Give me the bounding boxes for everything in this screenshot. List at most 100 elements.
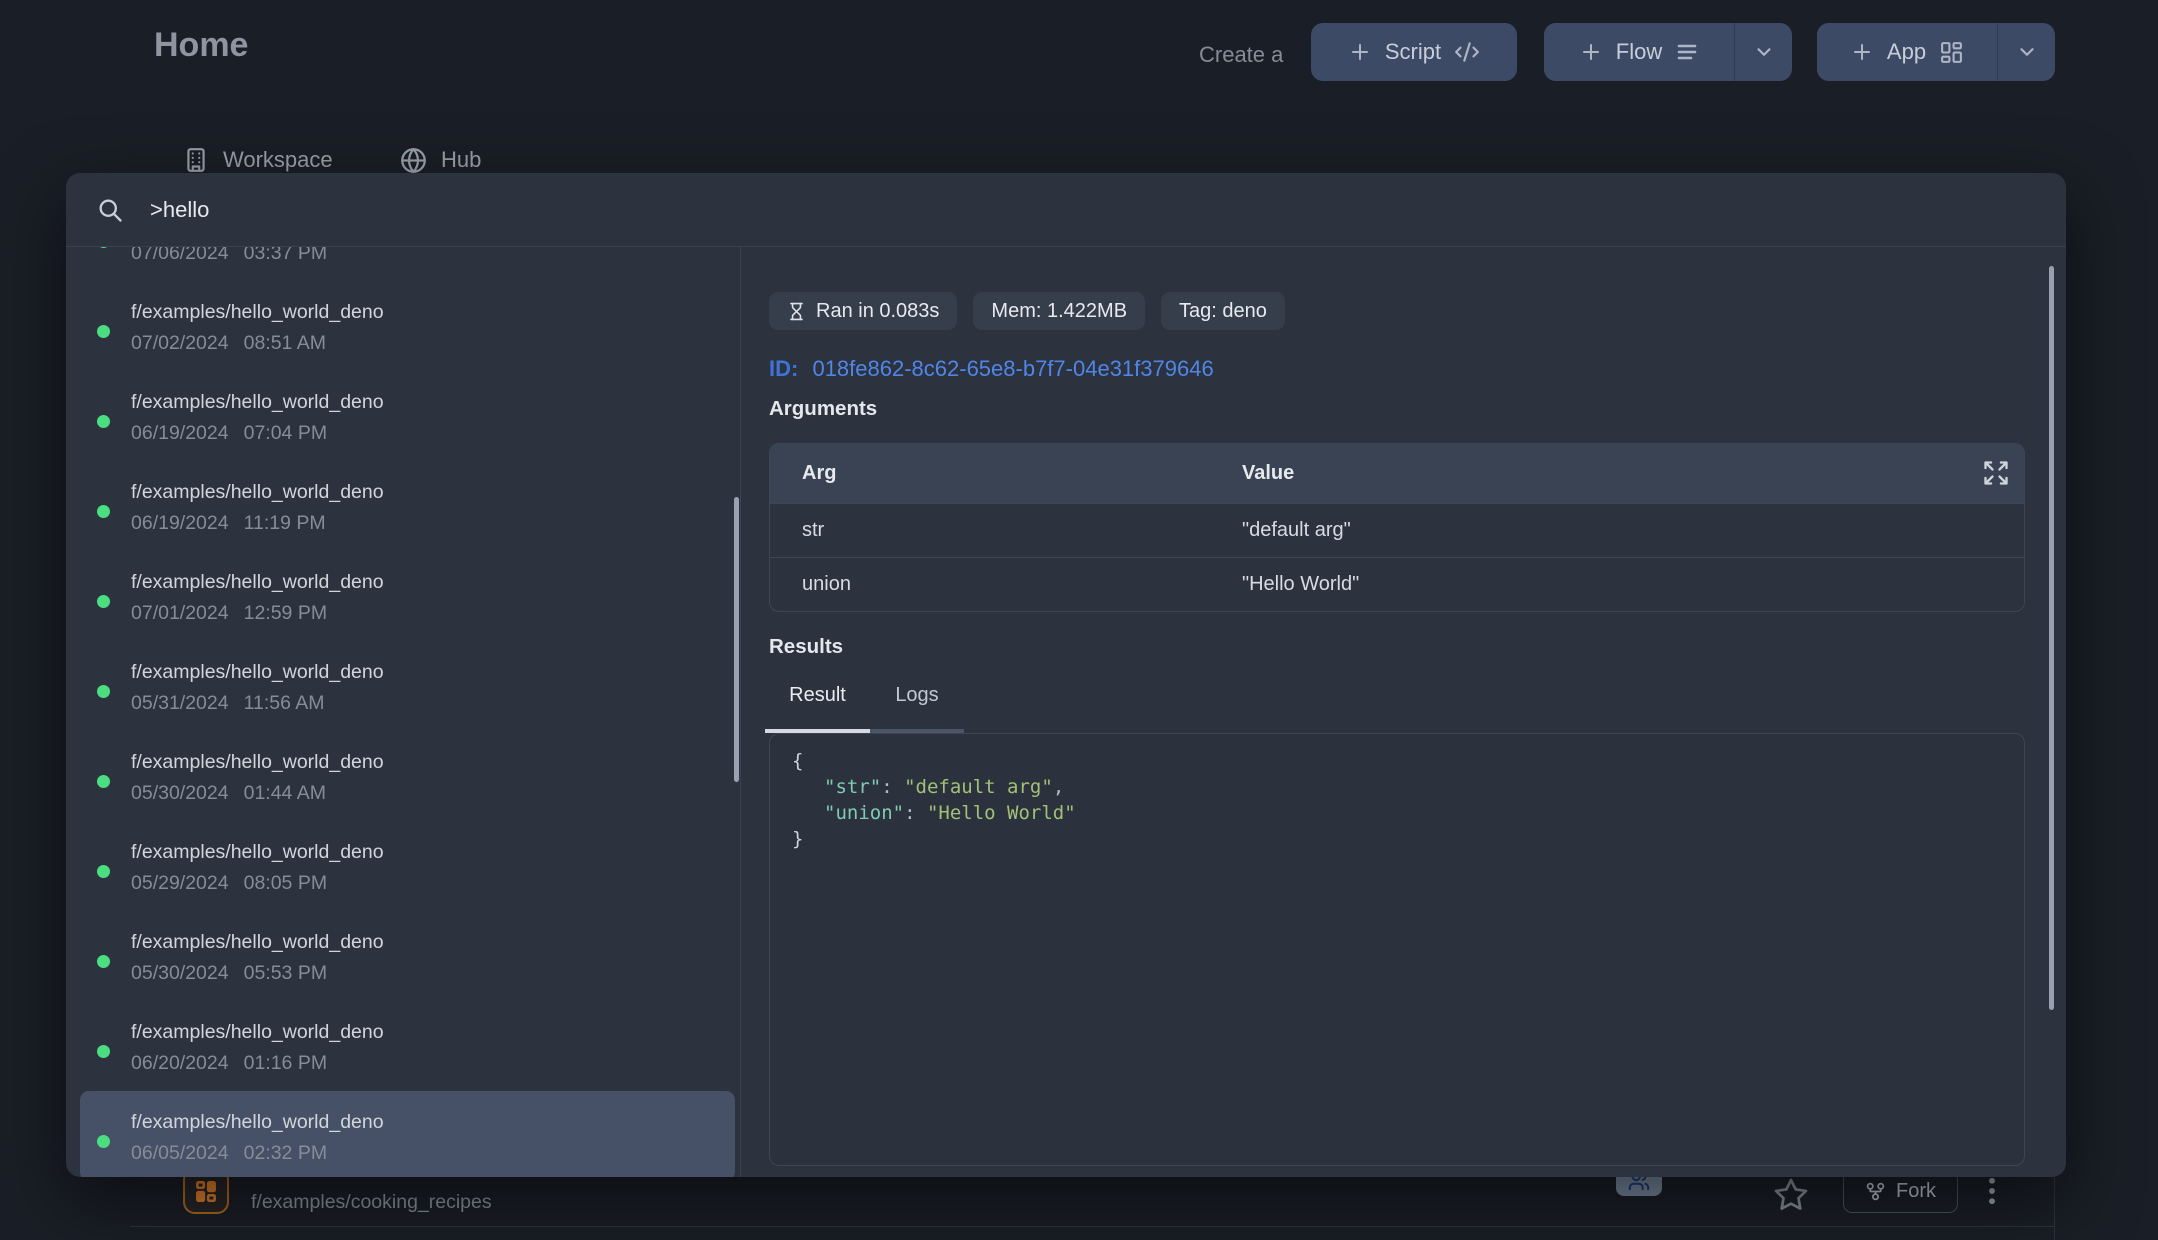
run-path: f/examples/hello_world_deno [131,841,384,864]
success-status-dot [97,685,110,698]
expand-icon [1982,459,2010,487]
run-list-item[interactable]: f/examples/hello_world_deno 05/30/2024 0… [80,731,735,821]
run-timestamp: 07/01/2024 12:59 PM [131,602,327,625]
run-path: f/examples/hello_world_deno [131,661,384,684]
column-header-arg: Arg [802,462,836,485]
run-time: 02:32 PM [244,1142,327,1165]
json-line: "str": "default arg", [792,774,2024,800]
memory-badge: Mem: 1.422MB [973,292,1145,330]
run-timestamp: 05/30/2024 01:44 AM [131,782,326,805]
json-line: "union": "Hello World" [792,800,2024,826]
run-time: 01:16 PM [244,1052,327,1075]
duration-badge: Ran in 0.083s [769,292,957,330]
duration-badge-label: Ran in 0.083s [816,300,939,323]
footer-divider [130,1226,2054,1227]
success-status-dot [97,505,110,518]
success-status-dot [97,247,110,248]
fork-button-label: Fork [1896,1180,1936,1203]
success-status-dot [97,775,110,788]
tag-badge-label: Tag: deno [1179,300,1267,323]
success-status-dot [97,595,110,608]
expand-table-button[interactable] [1982,459,2010,487]
run-date: 07/06/2024 [131,247,229,265]
success-status-dot [97,1045,110,1058]
run-list-item[interactable]: f/examples/hello_world_deno 05/29/2024 0… [80,821,735,911]
run-timestamp: 07/02/2024 08:51 AM [131,332,326,355]
run-timestamp: 06/05/2024 02:32 PM [131,1142,327,1165]
run-list-item[interactable]: f/examples/hello_world_deno 06/19/2024 0… [80,371,735,461]
run-path: f/examples/hello_world_deno [131,571,384,594]
success-status-dot [97,955,110,968]
run-timestamp: 06/20/2024 01:16 PM [131,1052,327,1075]
run-path: f/examples/hello_world_deno [131,301,384,324]
run-date: 05/30/2024 [131,782,229,805]
results-section-title: Results [769,635,843,659]
content-edge-divider [2054,1177,2055,1240]
kebab-menu-icon [1978,1174,2006,1208]
table-row: union "Hello World" [770,557,2024,611]
run-timestamp: 05/29/2024 08:05 PM [131,872,327,895]
more-options-button[interactable] [1978,1174,2006,1208]
run-time: 03:37 PM [244,247,327,265]
run-timestamp: 05/30/2024 05:53 PM [131,962,327,985]
run-list-item[interactable]: f/examples/hello_world_deno 06/20/2024 0… [80,1001,735,1091]
search-input[interactable] [150,197,2066,223]
run-date: 05/31/2024 [131,692,229,715]
success-status-dot [97,865,110,878]
run-time: 12:59 PM [244,602,327,625]
tab-logs[interactable]: Logs [870,684,964,733]
run-id-row: ID: 018fe862-8c62-65e8-b7f7-04e31f379646 [769,356,1214,382]
run-list-item[interactable]: f/examples/hello_world_deno 05/30/2024 0… [80,911,735,1001]
run-list-item[interactable]: 07/06/2024 03:37 PM [80,247,735,281]
arg-name: str [802,519,824,542]
detail-scrollbar-thumb[interactable] [2049,266,2054,1010]
hourglass-icon [787,300,806,323]
run-list-item[interactable]: f/examples/hello_world_deno 06/19/2024 1… [80,461,735,551]
run-date: 06/19/2024 [131,512,229,535]
run-path: f/examples/hello_world_deno [131,931,384,954]
app-window: Home Create a Script Flow App Workspace … [0,0,2158,1240]
json-open-brace: { [792,748,2024,774]
run-path: f/examples/hello_world_deno [131,391,384,414]
result-json-viewer: { "str": "default arg", "union": "Hello … [769,733,2025,1166]
run-list-item[interactable]: f/examples/hello_world_deno 06/05/2024 0… [80,1091,735,1177]
app-grid-icon [193,1178,219,1204]
table-row: str "default arg" [770,503,2024,557]
arguments-table-header: Arg Value [770,444,2024,503]
run-timestamp: 05/31/2024 11:56 AM [131,692,325,715]
run-history-list: 07/06/2024 03:37 PM f/examples/hello_wor… [66,247,740,1177]
favorite-star-button[interactable] [1773,1177,1809,1213]
run-path: f/examples/hello_world_deno [131,1021,384,1044]
run-id-label: ID: [769,356,798,381]
success-status-dot [97,1135,110,1148]
run-date: 06/19/2024 [131,422,229,445]
run-list-item[interactable]: f/examples/hello_world_deno 07/01/2024 1… [80,551,735,641]
results-tabs: Result Logs [765,684,964,733]
item-path: f/examples/cooking_recipes [251,1191,492,1214]
run-path: f/examples/hello_world_deno [131,751,384,774]
run-detail-panel: Ran in 0.083s Mem: 1.422MB Tag: deno ID:… [740,247,2066,1177]
run-time: 08:05 PM [244,872,327,895]
run-time: 08:51 AM [244,332,326,355]
git-fork-icon [1865,1181,1886,1202]
run-date: 07/02/2024 [131,332,229,355]
run-id-value[interactable]: 018fe862-8c62-65e8-b7f7-04e31f379646 [812,356,1213,381]
run-date: 07/01/2024 [131,602,229,625]
search-bar [66,173,2066,247]
success-status-dot [97,415,110,428]
run-date: 05/30/2024 [131,962,229,985]
run-time: 05:53 PM [244,962,327,985]
run-time: 11:19 PM [244,512,326,535]
run-time: 07:04 PM [244,422,327,445]
success-status-dot [97,325,110,338]
run-list-item[interactable]: f/examples/hello_world_deno 05/31/2024 1… [80,641,735,731]
tab-result[interactable]: Result [765,684,870,733]
tag-badge: Tag: deno [1161,292,1285,330]
run-date: 06/20/2024 [131,1052,229,1075]
run-timestamp: 06/19/2024 07:04 PM [131,422,327,445]
run-timestamp: 07/06/2024 03:37 PM [131,247,327,265]
list-scrollbar-thumb[interactable] [734,497,739,782]
arg-value: "Hello World" [1242,573,1359,596]
run-list-item[interactable]: f/examples/hello_world_deno 07/02/2024 0… [80,281,735,371]
search-icon [96,196,124,224]
